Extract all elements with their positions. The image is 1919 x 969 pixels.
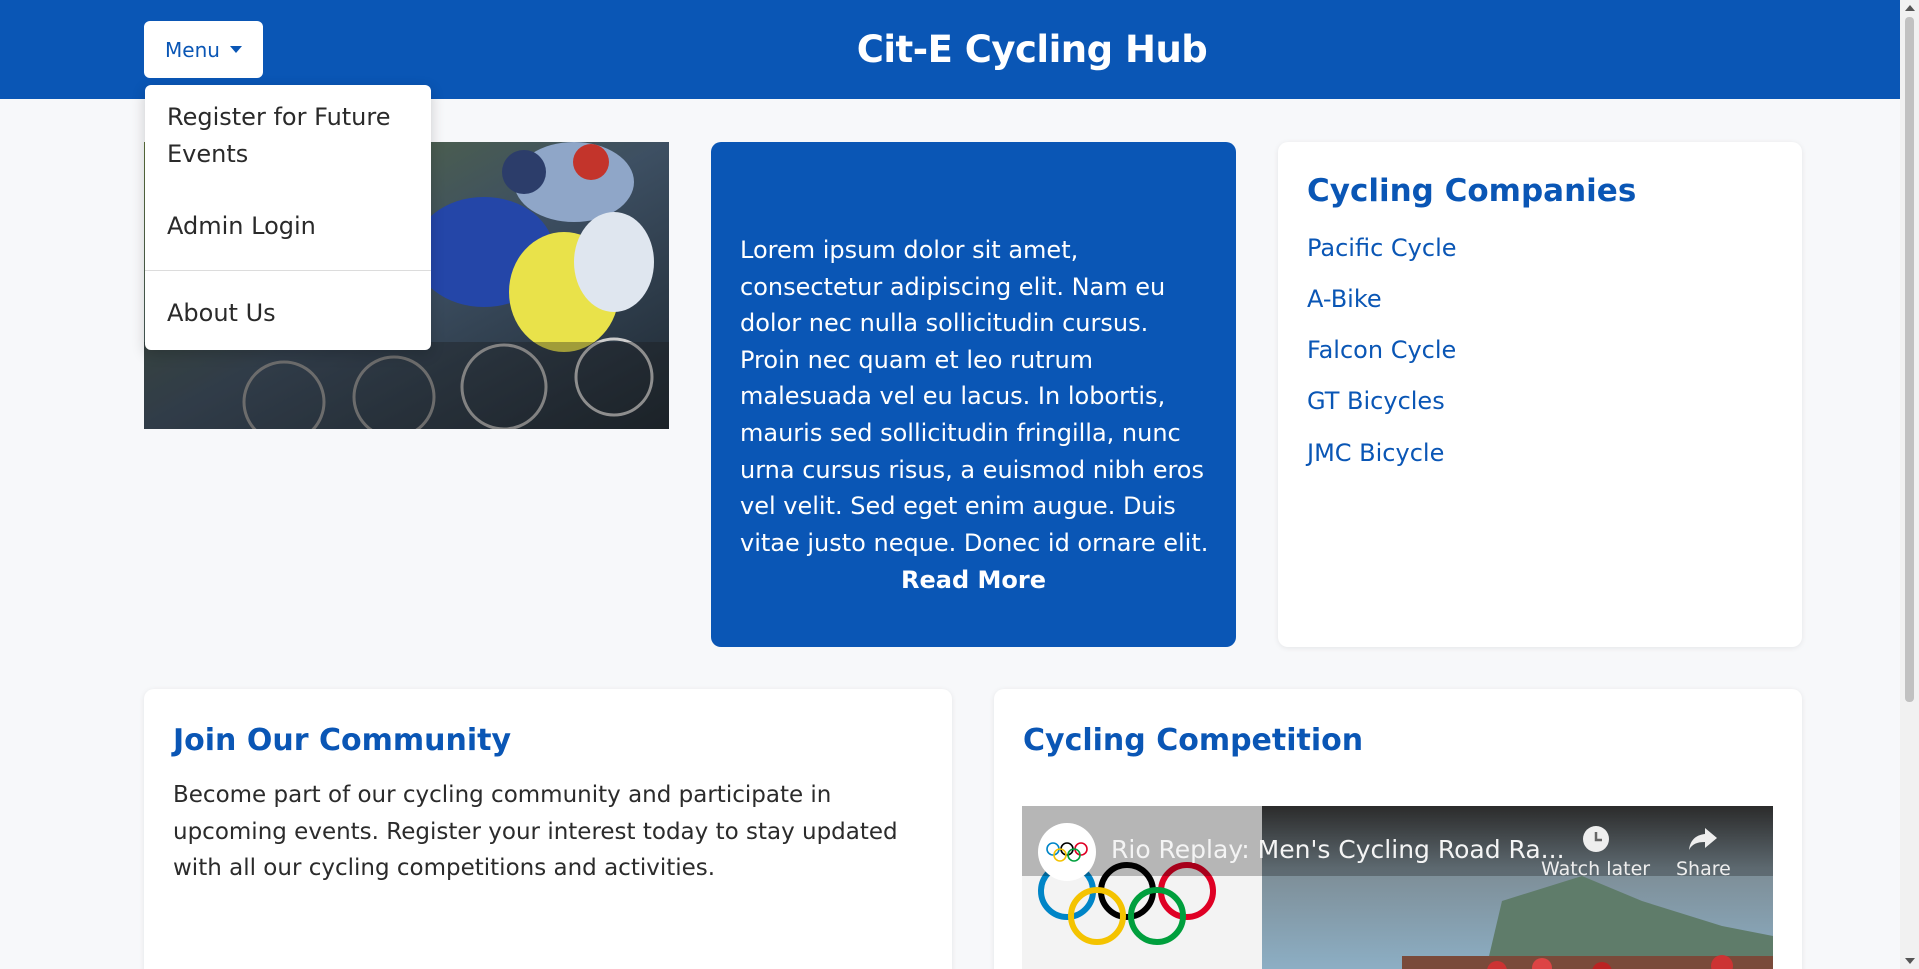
read-more-link[interactable]: Read More	[711, 566, 1236, 594]
share-icon	[1689, 828, 1718, 850]
scroll-down-arrow-icon[interactable]	[1905, 958, 1915, 964]
menu-item-register[interactable]: Register for Future Events	[167, 99, 415, 173]
menu-divider	[145, 270, 431, 271]
menu-item-about-us[interactable]: About Us	[167, 295, 415, 332]
page-scrollbar[interactable]	[1900, 0, 1919, 969]
menu-button[interactable]: Menu	[144, 21, 263, 78]
intro-card: Lorem ipsum dolor sit amet, consectetur …	[711, 142, 1236, 647]
share-button[interactable]: Share	[1676, 824, 1731, 880]
community-card: Join Our Community Become part of our cy…	[144, 689, 952, 969]
video-embed[interactable]: Rio Replay: Men's Cycling Road Ra... Wat…	[1022, 806, 1773, 969]
competition-card: Cycling Competition Rio Replay: Men's Cy…	[994, 689, 1802, 969]
company-link-a-bike[interactable]: A-Bike	[1307, 285, 1382, 313]
companies-title: Cycling Companies	[1307, 173, 1637, 209]
clock-icon	[1582, 826, 1609, 852]
share-label: Share	[1676, 858, 1731, 880]
community-title: Join Our Community	[173, 723, 511, 758]
company-link-falcon-cycle[interactable]: Falcon Cycle	[1307, 336, 1456, 364]
company-link-pacific-cycle[interactable]: Pacific Cycle	[1307, 234, 1457, 262]
menu-button-label: Menu	[165, 37, 220, 62]
competition-title: Cycling Competition	[1023, 723, 1364, 758]
menu-dropdown: Register for Future Events Admin Login A…	[145, 85, 431, 350]
video-thumbnail	[1022, 806, 1773, 969]
company-link-jmc-bicycle[interactable]: JMC Bicycle	[1307, 439, 1444, 467]
company-link-gt-bicycles[interactable]: GT Bicycles	[1307, 387, 1445, 415]
caret-down-icon	[229, 46, 242, 53]
menu-item-admin-login[interactable]: Admin Login	[167, 208, 415, 245]
scrollbar-thumb[interactable]	[1905, 17, 1914, 702]
community-text: Become part of our cycling community and…	[173, 782, 898, 881]
intro-text: Lorem ipsum dolor sit amet, consectetur …	[740, 236, 1209, 557]
watch-later-label: Watch later	[1541, 858, 1651, 880]
video-title[interactable]: Rio Replay: Men's Cycling Road Ra...	[1111, 835, 1565, 864]
olympic-channel-logo	[1038, 823, 1096, 881]
scroll-up-arrow-icon[interactable]	[1905, 5, 1915, 11]
companies-card: Cycling Companies Pacific Cycle A-Bike F…	[1278, 142, 1802, 647]
watch-later-button[interactable]: Watch later	[1541, 824, 1650, 880]
